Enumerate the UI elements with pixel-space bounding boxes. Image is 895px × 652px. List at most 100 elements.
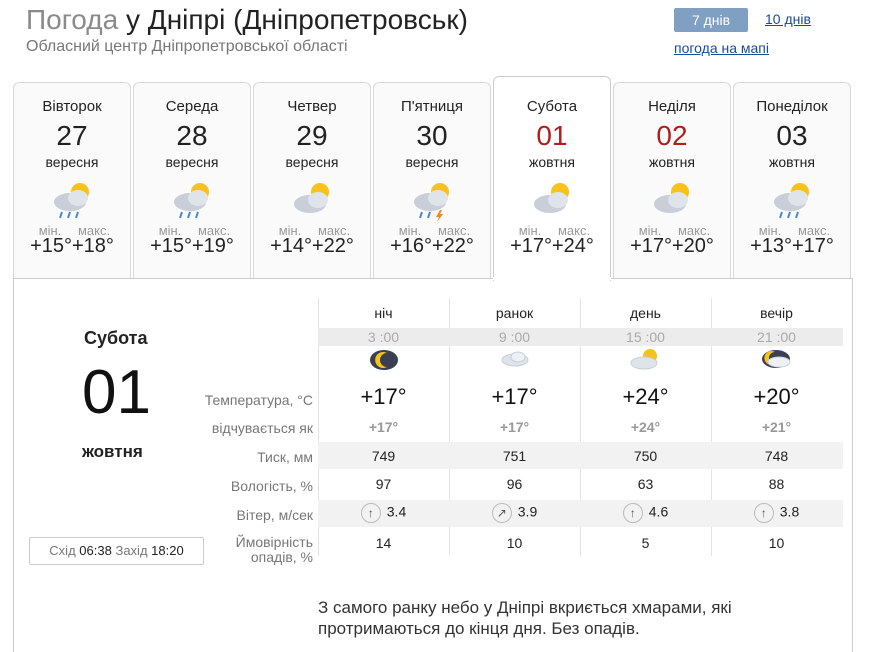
day-number: 03 (776, 120, 808, 151)
period-header-day: день (630, 305, 661, 321)
day-temps: +14°+22° (270, 235, 354, 257)
day-temps: +16°+22° (390, 235, 474, 257)
cloud-sun-icon (294, 183, 329, 213)
wind-value: 4.6 (648, 503, 669, 520)
cloud-sun-rain-icon (174, 183, 209, 219)
day-number: 01 (536, 120, 568, 151)
page-title: Погода у Дніпрі (Дніпропетровськ) (26, 4, 468, 36)
humidity-value: 96 (506, 476, 523, 492)
day-temps: +17°+24° (510, 235, 594, 257)
wind-direction-icon: ↗ (491, 503, 512, 523)
period-header-morning: ранок (495, 305, 534, 321)
day-month: жовтня (648, 154, 695, 170)
day-tabs: Вівторок 27 вересня мін. макс. +15°+18° С… (13, 76, 853, 282)
pressure-value: 751 (502, 448, 527, 464)
row-label-wind: Вітер, м/сек (236, 507, 313, 523)
day-name: Середа (165, 98, 219, 115)
feels-value: +17° (499, 419, 530, 435)
precip-value: 14 (375, 535, 392, 551)
sunset-time: 18:20 (151, 543, 184, 558)
wind-value: 3.9 (517, 503, 538, 520)
period-header-evening: вечір (760, 305, 793, 321)
cloud-sun-icon (534, 183, 569, 213)
feels-value: +21° (761, 419, 792, 435)
day-tab-sunday[interactable]: Неділя 02 жовтня мін. макс. +17°+20° (613, 82, 731, 278)
tab-7-days[interactable]: 7 днів (674, 8, 748, 32)
temp-value: +17° (360, 384, 407, 409)
cloud-sun-thunder-icon (414, 183, 449, 222)
day-name: Неділя (648, 98, 696, 115)
day-temps: +13°+17° (750, 235, 834, 257)
sunrise-time: 06:38 (79, 543, 112, 558)
moon-icon (369, 350, 398, 370)
cloud-icon (501, 351, 528, 367)
feels-value: +24° (630, 419, 661, 435)
feels-value: +17° (368, 419, 399, 435)
selected-day-number: 01 (82, 358, 151, 427)
day-month: вересня (165, 154, 219, 170)
precip-value: 10 (506, 535, 523, 551)
wind-value: 3.4 (386, 503, 407, 520)
row-label-temperature: Температура, °C (204, 392, 313, 408)
day-month: вересня (285, 154, 339, 170)
day-temps: +17°+20° (630, 235, 714, 257)
link-10-days[interactable]: 10 днів (765, 11, 811, 27)
period-time: 15 :00 (626, 329, 665, 345)
temp-value: +20° (753, 384, 800, 409)
period-header-night: ніч (374, 305, 393, 321)
humidity-value: 63 (637, 476, 654, 492)
wind-cell: ↗ 3.9 (449, 503, 580, 523)
period-time: 9 :00 (498, 329, 531, 345)
wind-direction-icon: ↑ (360, 503, 381, 523)
day-tab-friday[interactable]: П'ятниця 30 вересня мін. макс. +16°+22° (373, 82, 491, 278)
sunset-label: Захід (115, 543, 148, 558)
humidity-value: 88 (768, 476, 785, 492)
day-tab-wednesday[interactable]: Середа 28 вересня мін. макс. +15°+19° (133, 82, 251, 278)
precip-value: 10 (768, 535, 785, 551)
selected-day-month: жовтня (82, 442, 143, 461)
humidity-value: 97 (375, 476, 392, 492)
day-tab-monday[interactable]: Понеділок 03 жовтня мін. макс. +13°+17° (733, 82, 851, 278)
row-label-precip: Ймовірність опадів, % (235, 534, 313, 565)
precip-value: 5 (641, 535, 650, 551)
day-name: Субота (526, 98, 578, 115)
period-time: 21 :00 (757, 329, 796, 345)
sunrise-sunset-box: Схід 06:38 Захід 18:20 (29, 537, 204, 565)
wind-cell: ↑ 4.6 (580, 503, 711, 523)
title-place: у Дніпрі (Дніпропетровськ) (125, 4, 468, 35)
sunrise-label: Схід (49, 543, 76, 558)
day-month: жовтня (768, 154, 815, 170)
wind-direction-icon: ↑ (622, 503, 643, 523)
day-tab-saturday[interactable]: Субота 01 жовтня мін. макс. +17°+24° (493, 76, 611, 281)
cloud-moon-icon (761, 350, 790, 368)
day-number: 29 (296, 120, 328, 151)
day-number: 27 (56, 120, 88, 151)
day-temps: +15°+18° (30, 235, 114, 257)
cloud-sun-icon (630, 349, 657, 370)
wind-cell: ↑ 3.8 (711, 503, 842, 523)
selected-day-name: Субота (84, 328, 148, 348)
row-label-humidity: Вологість, % (230, 478, 313, 494)
temp-value: +24° (622, 384, 669, 409)
pressure-value: 750 (633, 448, 658, 464)
temp-value: +17° (491, 384, 538, 409)
cloud-sun-icon (654, 183, 689, 213)
day-month: вересня (45, 154, 99, 170)
pressure-value: 749 (371, 448, 396, 464)
day-number: 30 (416, 120, 448, 151)
cloud-sun-rain-icon (54, 183, 89, 219)
link-weather-map[interactable]: погода на мапі (674, 40, 769, 56)
day-temps: +15°+19° (150, 235, 234, 257)
page-subtitle: Обласний центр Дніпропетровської області (26, 38, 348, 55)
cloud-sun-rain-icon (774, 183, 809, 219)
day-month: жовтня (528, 154, 575, 170)
day-name: Вівторок (42, 98, 102, 115)
forecast-description: З самого ранку небо у Дніпрі вкриється х… (318, 598, 732, 638)
day-tab-tuesday[interactable]: Вівторок 27 вересня мін. макс. +15°+18° (13, 82, 131, 278)
wind-direction-icon: ↑ (753, 503, 774, 523)
day-tab-thursday[interactable]: Четвер 29 вересня мін. макс. +14°+22° (253, 82, 371, 278)
period-time: 3 :00 (367, 329, 400, 345)
day-month: вересня (405, 154, 459, 170)
row-label-feels: відчувається як (211, 420, 313, 436)
day-number: 28 (176, 120, 208, 151)
